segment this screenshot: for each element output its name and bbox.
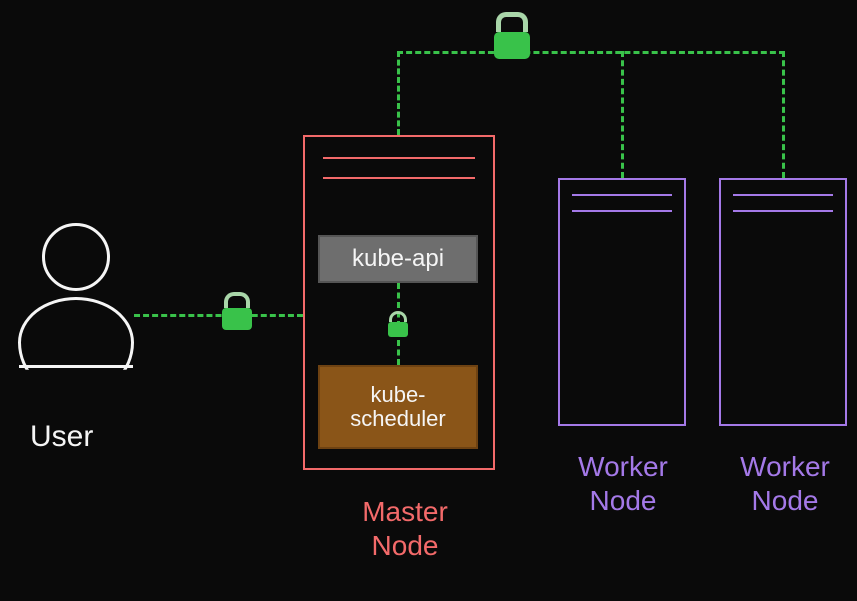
decorative-line bbox=[323, 157, 475, 159]
connection-master-top bbox=[397, 51, 400, 135]
kube-api-component: kube-api bbox=[318, 235, 478, 283]
worker-node-label: Worker Node bbox=[553, 450, 693, 517]
kube-scheduler-label: kube- scheduler bbox=[350, 383, 445, 431]
worker-node-box bbox=[558, 178, 686, 426]
connection-top-worker1 bbox=[621, 51, 624, 178]
decorative-line bbox=[572, 194, 672, 196]
user-label: User bbox=[30, 420, 93, 454]
master-node-label: Master Node bbox=[335, 495, 475, 562]
worker-node-label: Worker Node bbox=[715, 450, 855, 517]
connection-top-worker2 bbox=[782, 51, 785, 178]
decorative-line bbox=[733, 194, 833, 196]
connection-user-master bbox=[134, 314, 303, 317]
kube-api-label: kube-api bbox=[352, 245, 444, 273]
decorative-line bbox=[733, 210, 833, 212]
decorative-line bbox=[572, 210, 672, 212]
decorative-line bbox=[323, 177, 475, 179]
user-icon bbox=[18, 223, 134, 398]
worker-node-box bbox=[719, 178, 847, 426]
kube-scheduler-component: kube- scheduler bbox=[318, 365, 478, 449]
lock-icon bbox=[494, 12, 530, 59]
lock-icon bbox=[222, 292, 252, 330]
connection-top-bus bbox=[397, 51, 785, 54]
architecture-diagram: User kube-api kube- scheduler Master Nod… bbox=[0, 0, 857, 601]
